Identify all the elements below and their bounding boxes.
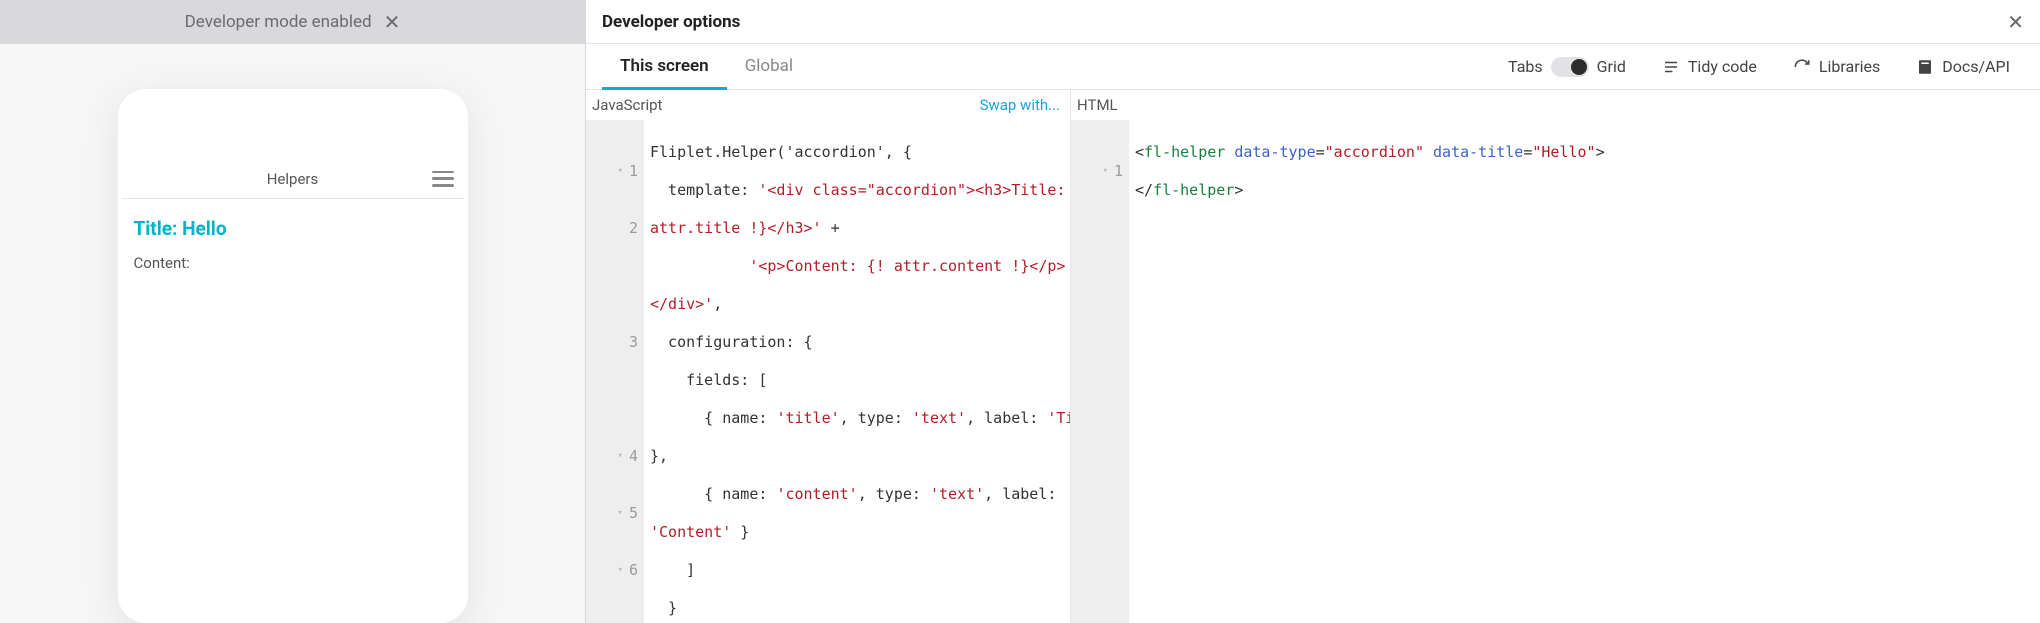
tidy-code-button[interactable]: Tidy code <box>1648 57 1771 76</box>
dev-mode-banner: Developer mode enabled ✕ <box>0 0 585 44</box>
js-label: JavaScript <box>590 96 662 114</box>
swap-with-link[interactable]: Swap with... <box>980 96 1060 114</box>
js-gutter: ▾1 2 3 ▾4 ▾5 ▾6 ▾7 8 9 10 <box>586 120 644 623</box>
panel-header: Developer options ✕ <box>586 0 2040 44</box>
preview-pane: Developer mode enabled ✕ Helpers Title: … <box>0 0 585 623</box>
close-icon[interactable]: ✕ <box>384 12 401 32</box>
phone-title: Helpers <box>122 170 464 188</box>
html-gutter: ▾1 <box>1071 120 1129 623</box>
phone-topbar: Helpers <box>122 159 464 199</box>
libraries-label: Libraries <box>1819 57 1880 76</box>
js-editor-pane: JavaScript Swap with... ▾1 2 3 ▾4 ▾5 ▾6 <box>586 90 1071 623</box>
js-code[interactable]: Fliplet.Helper('accordion', { template: … <box>644 120 1070 623</box>
libraries-button[interactable]: Libraries <box>1779 57 1894 76</box>
accordion-body: Content: <box>134 254 452 272</box>
list-icon <box>1662 58 1680 76</box>
panel-toolbar: This screen Global Tabs Grid Tidy code L… <box>586 44 2040 90</box>
menu-icon[interactable] <box>432 171 454 187</box>
js-editor-header: JavaScript Swap with... <box>586 90 1070 120</box>
html-label: HTML <box>1075 96 1118 114</box>
grid-label: Grid <box>1597 57 1626 76</box>
accordion-title: Title: Hello <box>134 217 452 240</box>
docs-button[interactable]: Docs/API <box>1902 57 2024 76</box>
developer-options-panel: Developer options ✕ This screen Global T… <box>585 0 2040 623</box>
tab-global[interactable]: Global <box>727 45 811 90</box>
phone-content: Title: Hello Content: <box>122 199 464 290</box>
panel-title: Developer options <box>602 12 740 32</box>
preview-area: Helpers Title: Hello Content: <box>0 44 585 623</box>
html-editor-pane: HTML ▾1 <fl-helper data-type="accordion"… <box>1071 90 2040 623</box>
scope-tabs: This screen Global <box>602 44 811 89</box>
html-code[interactable]: <fl-helper data-type="accordion" data-ti… <box>1129 120 1611 623</box>
close-icon[interactable]: ✕ <box>2007 10 2024 34</box>
phone-frame: Helpers Title: Hello Content: <box>118 89 468 623</box>
docs-label: Docs/API <box>1942 57 2010 76</box>
html-code-area[interactable]: ▾1 <fl-helper data-type="accordion" data… <box>1071 120 2040 623</box>
tidy-label: Tidy code <box>1688 57 1757 76</box>
tab-this-screen[interactable]: This screen <box>602 45 727 90</box>
book-icon <box>1916 58 1934 76</box>
tabs-label: Tabs <box>1508 57 1543 76</box>
js-code-area[interactable]: ▾1 2 3 ▾4 ▾5 ▾6 ▾7 8 9 10 <box>586 120 1070 623</box>
editor-row: JavaScript Swap with... ▾1 2 3 ▾4 ▾5 ▾6 <box>586 90 2040 623</box>
tabs-grid-toggle[interactable]: Tabs Grid <box>1494 57 1640 77</box>
html-editor-header: HTML <box>1071 90 2040 120</box>
refresh-icon <box>1793 58 1811 76</box>
toggle-switch[interactable] <box>1551 57 1589 77</box>
dev-mode-label: Developer mode enabled <box>185 12 372 32</box>
